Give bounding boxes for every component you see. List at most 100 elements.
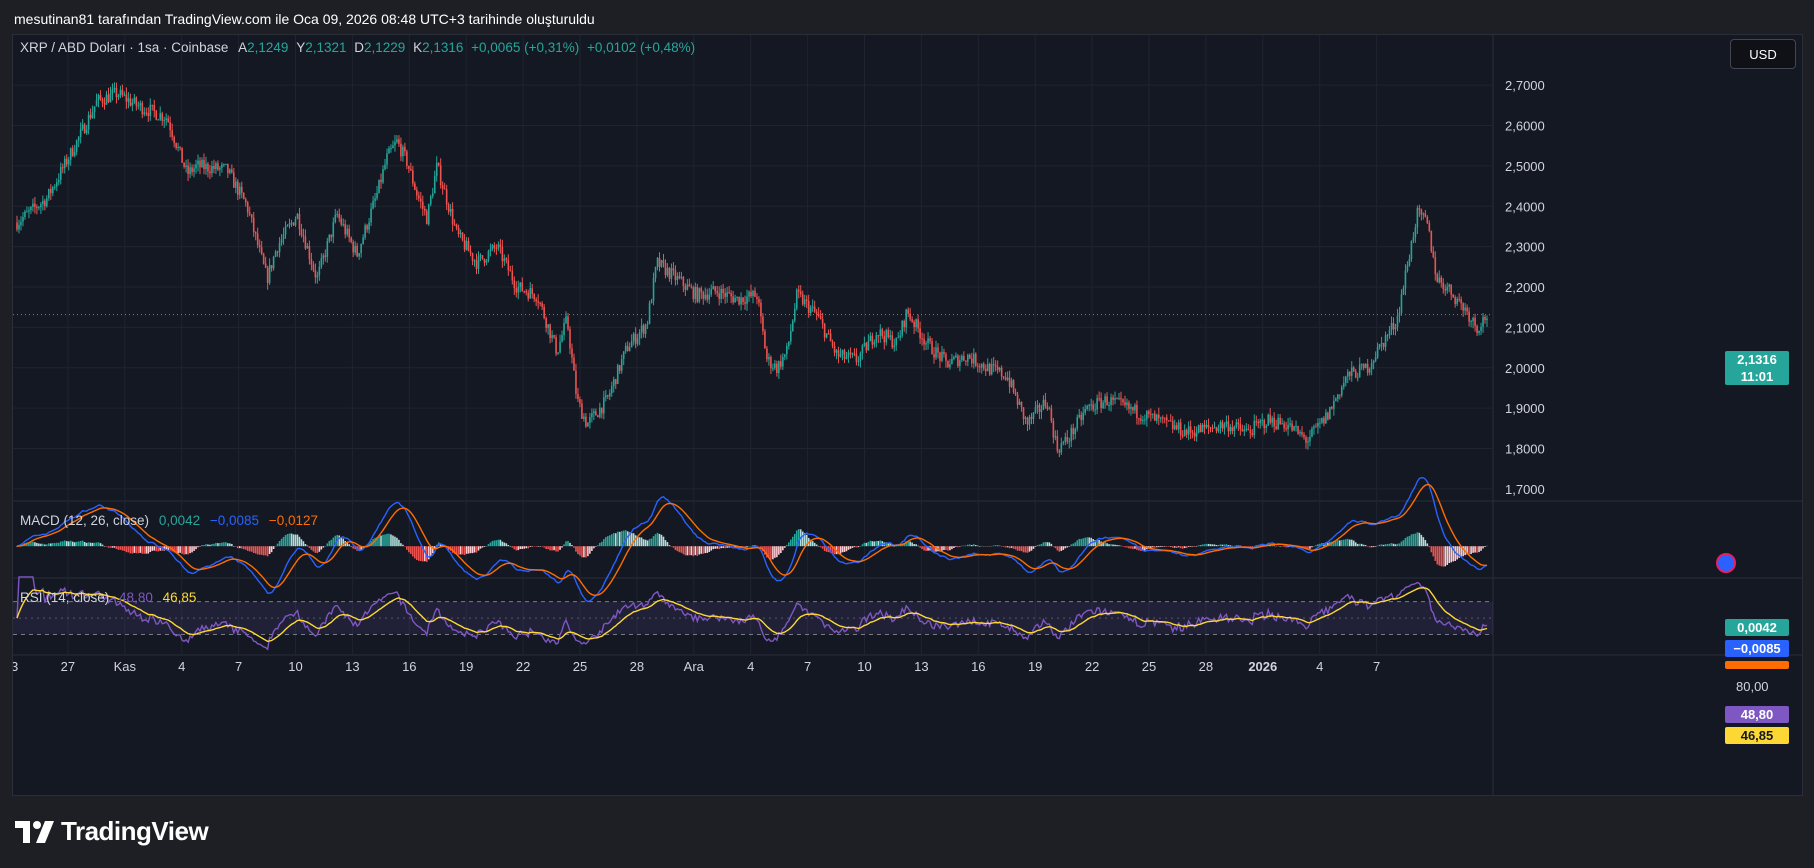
- candle-body: [809, 307, 812, 314]
- candle-body: [272, 256, 275, 269]
- candle-body: [567, 316, 569, 330]
- candle-body: [1004, 377, 1007, 380]
- candle-body: [901, 321, 903, 336]
- macd-histogram-bar: [93, 542, 96, 547]
- candle-body: [700, 288, 703, 293]
- candle-body: [1024, 417, 1027, 420]
- macd-histogram-bar: [610, 534, 613, 547]
- candle-body: [1430, 230, 1433, 252]
- candle-body: [887, 330, 890, 338]
- candle-body: [672, 268, 675, 271]
- brand-logo[interactable]: TradingView: [15, 816, 209, 847]
- candle-body: [252, 217, 255, 233]
- candle-body: [382, 169, 384, 183]
- macd-histogram-bar: [1197, 545, 1200, 547]
- macd-histogram-bar: [179, 546, 181, 553]
- candle-body: [754, 290, 756, 297]
- candle-body: [903, 321, 905, 328]
- macd-histogram-bar: [1356, 543, 1359, 547]
- macd-histogram-bar: [1046, 542, 1049, 547]
- candle-body: [1426, 216, 1429, 224]
- candle-body: [113, 87, 116, 90]
- macd-histogram-bar: [921, 546, 923, 550]
- macd-histogram-bar: [984, 546, 987, 547]
- chart-svg[interactable]: 2,7000 2,6000 2,5000 2,4000 2,3000 2,2000 2,10…: [13, 35, 1802, 795]
- candle-body: [589, 417, 591, 423]
- tradingview-badge-icon[interactable]: [1716, 553, 1736, 573]
- candle-body: [1146, 411, 1148, 420]
- rsi-value: 48,80: [119, 590, 153, 605]
- brand-name: TradingView: [61, 816, 209, 846]
- candle-body: [957, 355, 959, 367]
- macd-histogram-bar: [1060, 546, 1063, 551]
- macd-histogram-bar: [296, 534, 299, 547]
- rsi-ma-value: 46,85: [162, 590, 197, 605]
- candle-body: [1398, 312, 1401, 316]
- candle-body: [402, 146, 404, 157]
- macd-histogram-bar: [533, 546, 535, 547]
- macd-histogram-bar: [720, 546, 722, 549]
- candle-body: [1195, 432, 1198, 437]
- macd-histogram-bar: [469, 546, 472, 554]
- macd-histogram-bar: [505, 543, 508, 547]
- candle-body: [1414, 227, 1417, 238]
- candle-body: [513, 280, 516, 289]
- macd-histogram-bar: [1012, 546, 1015, 549]
- macd-histogram-bar: [949, 546, 951, 551]
- candle-body: [1154, 413, 1156, 421]
- macd-histogram-bar: [1438, 546, 1441, 566]
- candle-body: [1478, 330, 1480, 333]
- candle-body: [688, 284, 691, 287]
- candle-body: [1376, 347, 1379, 358]
- macd-histogram-bar: [1394, 544, 1397, 547]
- macd-histogram-bar: [203, 544, 205, 547]
- candle-body: [569, 329, 571, 349]
- macd-histogram-bar: [491, 541, 494, 547]
- macd-histogram-bar: [187, 546, 189, 555]
- candle-body: [644, 324, 647, 334]
- macd-histogram-bar: [1004, 546, 1007, 548]
- macd-histogram-bar: [955, 546, 957, 547]
- macd-histogram-bar: [976, 545, 979, 547]
- candle-body: [1283, 423, 1285, 429]
- macd-histogram-bar: [786, 544, 788, 547]
- candle-body: [1120, 398, 1122, 400]
- candle-body: [81, 124, 84, 129]
- candle-body: [274, 251, 277, 257]
- candle-body: [159, 113, 162, 120]
- candle-body: [425, 210, 428, 225]
- macd-histogram-bar: [181, 546, 183, 554]
- macd-histogram-bar: [595, 546, 597, 547]
- currency-button[interactable]: USD: [1730, 39, 1796, 69]
- macd-histogram-bar: [1118, 545, 1120, 547]
- candle-body: [1352, 367, 1355, 371]
- macd-label[interactable]: MACD (12, 26, close): [20, 513, 149, 528]
- symbol-label[interactable]: XRP / ABD Doları · 1sa · Coinbase: [20, 40, 228, 55]
- candle-body: [1237, 422, 1240, 425]
- candle-body: [815, 311, 818, 314]
- candle-body: [1404, 270, 1407, 289]
- candle-body: [780, 361, 782, 367]
- macd-histogram-bar: [1154, 546, 1156, 548]
- macd-histogram-bar: [40, 543, 42, 547]
- candle-body: [984, 368, 987, 372]
- candle-body: [1116, 398, 1118, 400]
- rsi-label[interactable]: RSI (14, close): [20, 590, 109, 605]
- candle-body: [788, 341, 790, 347]
- macd-histogram-bar: [97, 542, 100, 547]
- macd-legend: MACD (12, 26, close) 0,0042 −0,0085 −0,0…: [20, 513, 318, 528]
- macd-histogram-bar: [784, 546, 786, 548]
- candle-body: [266, 267, 269, 283]
- candle-body: [308, 246, 311, 260]
- candle-body: [1126, 402, 1128, 406]
- macd-histogram-bar: [1223, 544, 1226, 547]
- candle-body: [1476, 325, 1478, 333]
- candle-body: [1181, 435, 1184, 437]
- macd-histogram-bar: [1068, 546, 1071, 547]
- macd-histogram-bar: [270, 546, 273, 553]
- chart-frame[interactable]: 2,7000 2,6000 2,5000 2,4000 2,3000 2,2000 2,10…: [12, 34, 1803, 796]
- macd-histogram-bar: [535, 546, 537, 547]
- candle-body: [1303, 434, 1305, 438]
- candle-body: [137, 105, 140, 107]
- candle-body: [286, 225, 289, 227]
